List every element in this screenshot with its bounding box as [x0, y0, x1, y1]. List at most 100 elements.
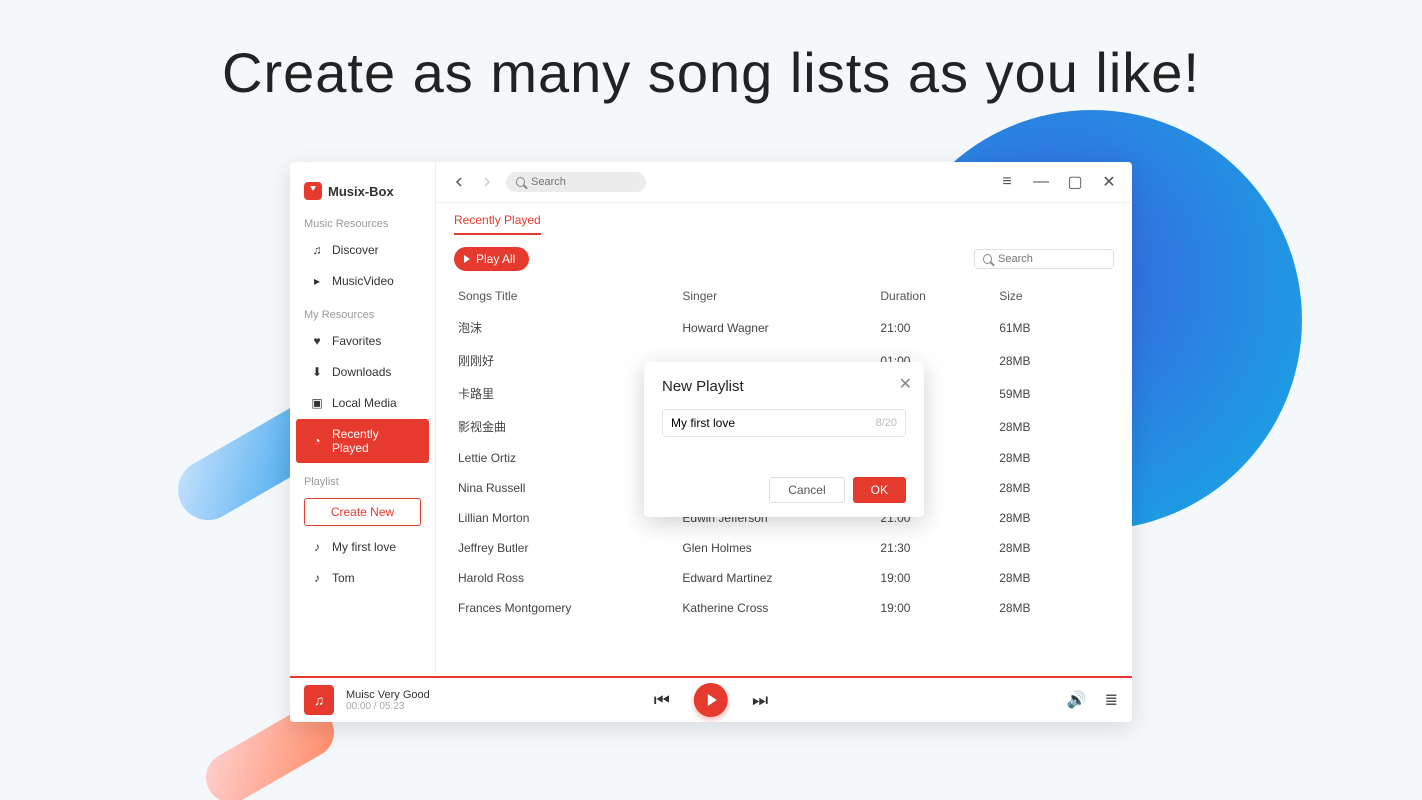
music-note-icon: ♪ [310, 540, 324, 554]
cell-title: Frances Montgomery [454, 593, 678, 623]
sidebar-item-label: My first love [332, 540, 396, 554]
hero-title: Create as many song lists as you like! [0, 40, 1422, 105]
main-panel: ≡ — ▢ ✕ Recently Played Play All [436, 162, 1132, 676]
cell-size: 28MB [995, 503, 1114, 533]
table-row[interactable]: 泡沫Howard Wagner21:0061MB [454, 311, 1114, 344]
char-counter: 8/20 [876, 417, 897, 429]
video-icon: ▸ [310, 274, 324, 288]
list-search[interactable] [974, 249, 1114, 269]
sidebar-item-label: Favorites [332, 334, 381, 348]
play-all-button[interactable]: Play All [454, 247, 529, 271]
now-playing-time: 00:00 / 05:23 [346, 701, 430, 712]
list-search-input[interactable] [998, 253, 1105, 265]
sidebar-item-discover[interactable]: ♫ Discover [296, 235, 429, 265]
cell-singer: Edward Martinez [678, 563, 876, 593]
play-all-label: Play All [476, 252, 515, 266]
sidebar-item-local-media[interactable]: ▣ Local Media [296, 388, 429, 418]
cell-size: 28MB [995, 410, 1114, 443]
sidebar-item-label: Local Media [332, 396, 397, 410]
cell-duration: 19:00 [876, 593, 995, 623]
prev-track-button[interactable]: ⏮ [654, 690, 670, 711]
minimize-button[interactable]: — [1032, 173, 1050, 191]
sidebar-item-downloads[interactable]: ⬇ Downloads [296, 357, 429, 387]
table-row[interactable]: Jeffrey ButlerGlen Holmes21:3028MB [454, 533, 1114, 563]
cell-singer: Howard Wagner [678, 311, 876, 344]
cell-size: 28MB [995, 473, 1114, 503]
playlist-name-field[interactable]: 8/20 [662, 409, 906, 437]
player-bar: ♫ Muisc Very Good 00:00 / 05:23 ⏮ ⏭ 🔊 ≣ [290, 676, 1132, 722]
headphones-icon: ♫ [310, 243, 324, 257]
topbar: ≡ — ▢ ✕ [436, 162, 1132, 203]
col-size[interactable]: Size [995, 281, 1114, 311]
modal-close-button[interactable]: ✕ [899, 374, 912, 394]
sidebar-item-label: Discover [332, 243, 379, 257]
cell-singer: Glen Holmes [678, 533, 876, 563]
modal-title: New Playlist [662, 378, 906, 395]
cell-size: 59MB [995, 377, 1114, 410]
download-icon: ⬇ [310, 365, 324, 379]
app-window: Musix-Box Music Resources ♫ Discover ▸ M… [290, 162, 1132, 722]
cell-size: 28MB [995, 593, 1114, 623]
close-button[interactable]: ✕ [1100, 173, 1118, 191]
toolbar: Play All [436, 235, 1132, 275]
cell-duration: 19:00 [876, 563, 995, 593]
nav-forward-button[interactable] [478, 173, 496, 191]
create-new-playlist-button[interactable]: Create New [304, 498, 421, 526]
headphones-icon: ♫ [314, 692, 325, 708]
col-singer[interactable]: Singer [678, 281, 876, 311]
sidebar: Musix-Box Music Resources ♫ Discover ▸ M… [290, 162, 436, 676]
nav-back-button[interactable] [450, 173, 468, 191]
playback-controls: ⏮ ⏭ [654, 683, 768, 717]
maximize-button[interactable]: ▢ [1066, 173, 1084, 191]
sidebar-item-musicvideo[interactable]: ▸ MusicVideo [296, 266, 429, 296]
brand: Musix-Box [290, 170, 435, 206]
col-songs-title[interactable]: Songs Title [454, 281, 678, 311]
sidebar-item-recently-played[interactable]: ◔ Recently Played [296, 419, 429, 463]
tab-recently-played[interactable]: Recently Played [454, 213, 541, 235]
brand-name: Musix-Box [328, 184, 394, 199]
cell-singer: Katherine Cross [678, 593, 876, 623]
sidebar-item-label: Recently Played [332, 427, 415, 455]
sidebar-item-label: Tom [332, 571, 355, 585]
play-icon [708, 694, 717, 706]
cell-duration: 21:00 [876, 311, 995, 344]
cell-size: 61MB [995, 311, 1114, 344]
sidebar-item-favorites[interactable]: ♥ Favorites [296, 326, 429, 356]
top-search[interactable] [506, 172, 646, 192]
sub-tabs: Recently Played [436, 203, 1132, 235]
volume-button[interactable]: 🔊 [1067, 690, 1087, 710]
section-my-resources: My Resources [290, 297, 435, 325]
next-track-button[interactable]: ⏭ [752, 690, 768, 711]
now-playing-title: Muisc Very Good [346, 689, 430, 701]
menu-button[interactable]: ≡ [998, 173, 1016, 191]
cell-size: 28MB [995, 533, 1114, 563]
new-playlist-modal: New Playlist ✕ 8/20 Cancel OK [644, 362, 924, 517]
sidebar-playlist-item[interactable]: ♪ My first love [296, 532, 429, 562]
music-note-icon: ♪ [310, 571, 324, 585]
col-duration[interactable]: Duration [876, 281, 995, 311]
play-pause-button[interactable] [694, 683, 728, 717]
cell-size: 28MB [995, 344, 1114, 377]
cell-title: Jeffrey Butler [454, 533, 678, 563]
playlist-name-input[interactable] [671, 416, 876, 430]
queue-button[interactable]: ≣ [1105, 690, 1118, 710]
cell-size: 28MB [995, 563, 1114, 593]
top-search-input[interactable] [531, 176, 636, 188]
sidebar-item-label: MusicVideo [332, 274, 394, 288]
clock-icon: ◔ [310, 434, 324, 448]
table-row[interactable]: Harold RossEdward Martinez19:0028MB [454, 563, 1114, 593]
brand-logo-icon [304, 182, 322, 200]
now-playing-art[interactable]: ♫ [304, 685, 334, 715]
cell-size: 28MB [995, 443, 1114, 473]
section-music-resources: Music Resources [290, 206, 435, 234]
search-icon [516, 177, 525, 187]
sidebar-playlist-item[interactable]: ♪ Tom [296, 563, 429, 593]
section-playlist: Playlist [290, 464, 435, 492]
ok-button[interactable]: OK [853, 477, 906, 503]
cancel-button[interactable]: Cancel [769, 477, 844, 503]
heart-icon: ♥ [310, 334, 324, 348]
folder-icon: ▣ [310, 396, 324, 410]
table-row[interactable]: Frances MontgomeryKatherine Cross19:0028… [454, 593, 1114, 623]
search-icon [983, 254, 992, 264]
cell-duration: 21:30 [876, 533, 995, 563]
